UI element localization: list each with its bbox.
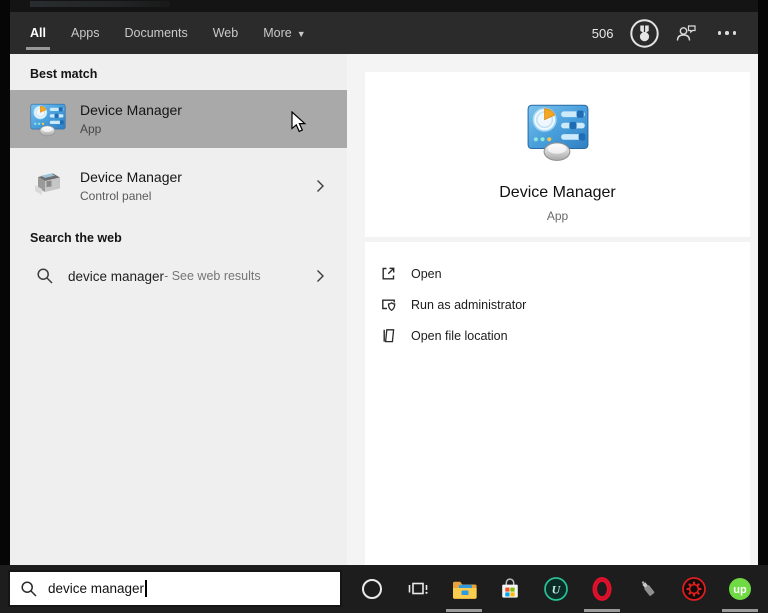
svg-text:U: U	[552, 583, 562, 597]
chevron-down-icon: ▼	[296, 29, 306, 39]
search-icon	[32, 267, 58, 285]
svg-text:up: up	[733, 584, 747, 596]
preview-card: Device Manager App Open Run as administr…	[365, 72, 750, 565]
preview-panel: Device Manager App Open Run as administr…	[347, 54, 758, 565]
result-title: Device Manager	[80, 169, 182, 186]
device-manager-icon	[28, 100, 68, 138]
result-web-search[interactable]: device manager - See web results	[10, 255, 347, 297]
opera-o-icon	[592, 577, 612, 601]
chevron-right-icon[interactable]	[316, 269, 325, 283]
driver-booster-gear-icon	[682, 577, 706, 601]
tab-documents[interactable]: Documents	[124, 12, 187, 54]
action-list: Open Run as administrator Open file loca…	[365, 242, 750, 351]
cropped-window-remnant	[10, 0, 758, 12]
taskbar-upwork[interactable]: up	[720, 565, 760, 613]
file-location-icon	[378, 327, 398, 344]
topbar-actions: 506	[592, 12, 736, 54]
taskbar-driver-booster[interactable]	[674, 565, 714, 613]
run-as-administrator-action[interactable]: Run as administrator	[378, 289, 750, 320]
search-box[interactable]: device manager	[8, 570, 342, 607]
search-input-value: device manager	[48, 581, 145, 596]
rewards-points[interactable]: 506	[592, 26, 614, 41]
cortana-circle-icon	[362, 579, 382, 599]
action-label: Open	[411, 266, 442, 281]
app-hero: Device Manager App	[365, 72, 750, 237]
rewards-medal-icon[interactable]	[629, 18, 660, 49]
taskbar-microsoft-store[interactable]	[490, 565, 530, 613]
chevron-right-icon[interactable]	[316, 179, 325, 193]
open-action[interactable]: Open	[378, 258, 750, 289]
running-indicator	[584, 609, 620, 612]
search-filter-bar: All Apps Documents Web More ▼ 506	[10, 12, 758, 54]
taskbar-cortana[interactable]	[352, 565, 392, 613]
running-indicator	[722, 609, 758, 612]
upwork-icon: up	[729, 578, 751, 600]
result-device-manager-control-panel[interactable]: Device Manager Control panel	[10, 157, 347, 215]
tab-apps[interactable]: Apps	[71, 12, 100, 54]
taskbar-task-view[interactable]	[398, 565, 438, 613]
tab-all[interactable]: All	[26, 12, 50, 54]
result-title: Device Manager	[80, 102, 182, 119]
filter-tabs: All Apps Documents Web More ▼	[26, 12, 306, 54]
taskbar-opera[interactable]	[582, 565, 622, 613]
result-subtitle: Control panel	[80, 188, 152, 203]
microsoft-store-icon	[502, 578, 518, 598]
taskbar-iobit-uninstaller[interactable]: U	[536, 565, 576, 613]
best-match-header: Best match	[30, 67, 98, 81]
admin-shield-icon	[378, 296, 398, 313]
device-manager-icon	[525, 98, 591, 164]
result-subtitle: App	[80, 121, 102, 136]
task-view-icon	[408, 582, 428, 595]
running-indicator	[446, 609, 482, 612]
open-file-location-action[interactable]: Open file location	[378, 320, 750, 351]
search-the-web-header: Search the web	[30, 231, 122, 245]
control-panel-device-icon	[28, 168, 68, 204]
file-explorer-icon	[452, 581, 477, 599]
web-query: device manager	[68, 268, 165, 284]
iobit-u-icon: U	[544, 577, 568, 601]
taskbar-file-explorer[interactable]	[444, 565, 484, 613]
screen: All Apps Documents Web More ▼ 506 Best ma…	[0, 0, 768, 613]
tab-more[interactable]: More ▼	[263, 12, 305, 54]
web-suffix: - See web results	[164, 269, 261, 283]
open-window-icon	[378, 265, 398, 282]
usb-cable-icon	[641, 581, 655, 596]
taskbar-usb-device[interactable]	[628, 565, 668, 613]
mouse-cursor	[291, 111, 307, 133]
feedback-person-icon[interactable]	[675, 23, 697, 43]
app-type: App	[546, 209, 569, 223]
text-caret	[145, 580, 147, 597]
action-label: Run as administrator	[411, 297, 527, 312]
tab-web[interactable]: Web	[213, 12, 238, 54]
action-label: Open file location	[411, 328, 508, 343]
search-icon	[21, 580, 37, 597]
app-title: Device Manager	[499, 184, 616, 201]
ellipsis-icon[interactable]	[717, 31, 736, 35]
